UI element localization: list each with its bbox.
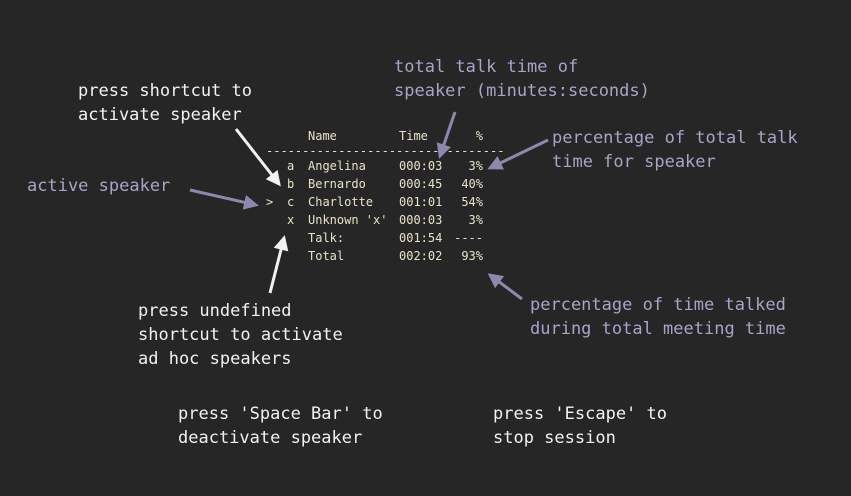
annotation-arrows: [189, 111, 549, 301]
arrow-active-speaker: [189, 188, 259, 210]
arrow-total-talk-time: [436, 111, 457, 159]
arrow-press-shortcut: [234, 128, 281, 187]
arrow-press-undefined: [268, 235, 289, 294]
arrow-percentage-total: [487, 138, 549, 170]
arrow-percentage-meeting: [487, 273, 523, 301]
